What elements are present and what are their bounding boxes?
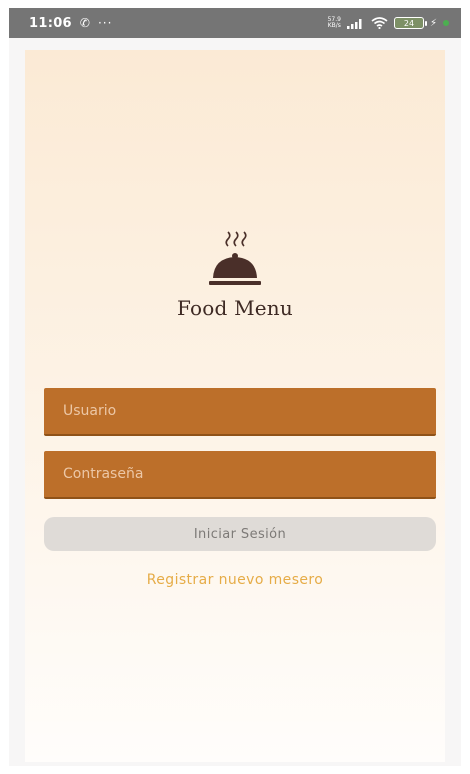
username-input[interactable] <box>44 388 436 436</box>
app-logo: Food Menu <box>25 228 445 320</box>
signal-icon <box>346 18 362 29</box>
overflow-notifications-icon: ··· <box>97 16 113 30</box>
network-speed-unit: KB/s <box>327 22 341 29</box>
app-title: Food Menu <box>177 296 293 320</box>
status-left: 11:06 ✆ ··· <box>29 16 112 31</box>
status-bar: 11:06 ✆ ··· 57.9 KB/s 24 ⚡ <box>9 8 461 38</box>
password-input[interactable] <box>44 451 436 499</box>
wifi-icon <box>371 17 388 29</box>
register-waiter-link[interactable]: Registrar nuevo mesero <box>25 572 445 588</box>
login-button[interactable]: Iniciar Sesión <box>44 517 436 551</box>
status-indicator-dot <box>443 20 449 26</box>
call-icon: ✆ <box>79 16 90 30</box>
network-speed: 57.9 KB/s <box>328 17 341 29</box>
status-time: 11:06 <box>29 15 72 31</box>
battery-icon: 24 <box>393 17 427 29</box>
cloche-icon <box>209 231 261 285</box>
login-screen: Food Menu Iniciar Sesión Registrar nuevo… <box>25 50 445 762</box>
status-right: 57.9 KB/s 24 ⚡ <box>328 17 449 29</box>
battery-level: 24 <box>403 18 415 28</box>
phone-screen: 11:06 ✆ ··· 57.9 KB/s 24 ⚡ Food Menu Usu… <box>9 8 461 766</box>
charging-icon: ⚡ <box>429 17 437 29</box>
